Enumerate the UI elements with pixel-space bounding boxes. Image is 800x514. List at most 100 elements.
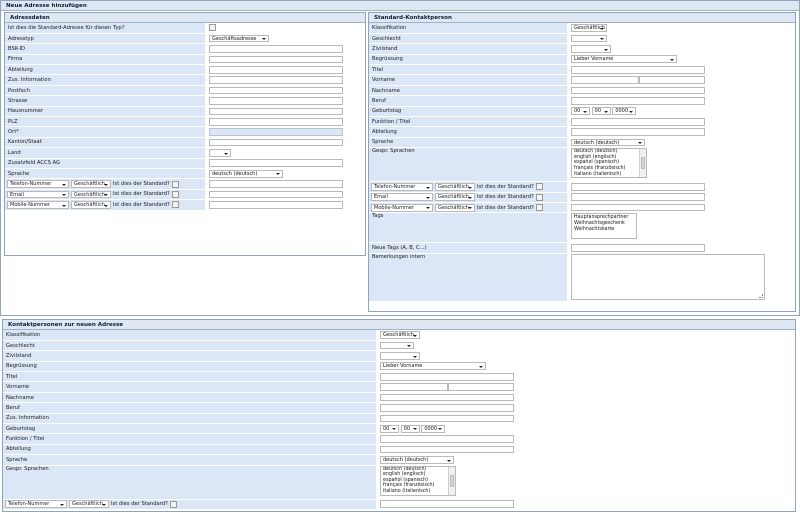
- vorname-input[interactable]: [380, 383, 448, 391]
- comm-type-select[interactable]: Telefon-Nummer: [7, 180, 69, 188]
- chevron-down-icon: [600, 38, 604, 41]
- abteilung-input[interactable]: [380, 445, 514, 454]
- sprache-value: deutsch (deutsch): [574, 139, 620, 146]
- strasse-input[interactable]: [209, 97, 343, 105]
- birthday-month-select[interactable]: 00: [591, 107, 611, 116]
- zus-info-input[interactable]: [380, 414, 514, 423]
- comm-scope-select[interactable]: Geschäftlich: [435, 182, 475, 191]
- begruessung-value: Lieber Vorname: [574, 56, 614, 63]
- comm-value-input[interactable]: [380, 500, 514, 509]
- birthday-year-select[interactable]: 0000: [612, 107, 637, 116]
- scrollbar-thumb[interactable]: [450, 474, 454, 487]
- comm-standard-question: Ist dies der Standard?: [111, 501, 168, 508]
- comm-standard-checkbox[interactable]: [535, 183, 543, 191]
- languages-listbox[interactable]: deutsch (deutsch) english (englisch) esp…: [380, 465, 456, 496]
- comm-type-select[interactable]: Email: [7, 190, 69, 199]
- scrollbar[interactable]: [448, 466, 455, 495]
- begruessung-select[interactable]: Lieber Vorname: [380, 362, 486, 371]
- comm-scope-select[interactable]: Geschäftlich: [71, 200, 111, 209]
- comm-type-select[interactable]: Telefon-Nummer: [371, 182, 433, 191]
- funktion-input[interactable]: [380, 435, 514, 443]
- comm-scope-select[interactable]: Geschäftlich: [71, 180, 111, 188]
- chevron-down-icon: [62, 204, 66, 207]
- languages-listbox[interactable]: deutsch (deutsch) english (englisch) esp…: [571, 148, 647, 179]
- comm-standard-checkbox[interactable]: [171, 190, 179, 198]
- comm-scope-value: Geschäftlich: [438, 183, 469, 190]
- birthday-day-select[interactable]: 00: [380, 424, 399, 433]
- beruf-input[interactable]: [380, 404, 514, 412]
- comm-standard-checkbox[interactable]: [171, 180, 179, 188]
- birthday-year-select[interactable]: 0000: [421, 424, 446, 433]
- comm-scope-select[interactable]: Geschäftlich: [435, 203, 475, 212]
- comm-value-input[interactable]: [571, 183, 705, 191]
- begruessung-select[interactable]: Lieber Vorname: [571, 55, 677, 64]
- nachname-input[interactable]: [380, 393, 514, 402]
- comm-scope-select[interactable]: Geschäftlich: [69, 500, 109, 509]
- funktion-input[interactable]: [571, 117, 705, 126]
- vorname-input-2[interactable]: [639, 76, 705, 84]
- zus-information-input[interactable]: [209, 76, 343, 84]
- comm-value-input[interactable]: [571, 203, 705, 212]
- comm-value-input[interactable]: [571, 193, 705, 202]
- beruf-input[interactable]: [571, 97, 705, 105]
- label-zivilstand: Zivilstand: [3, 350, 376, 362]
- geschlecht-select[interactable]: [571, 34, 607, 43]
- abteilung-input[interactable]: [209, 65, 343, 74]
- comm-type-select[interactable]: Email: [371, 193, 433, 202]
- titel-input[interactable]: [571, 65, 705, 74]
- label-sprache: Sprache: [369, 137, 567, 149]
- plz-input[interactable]: [209, 117, 343, 126]
- list-item[interactable]: italiano (italienisch): [574, 172, 646, 178]
- nachname-input[interactable]: [571, 86, 705, 95]
- sprache-select[interactable]: deutsch (deutsch): [571, 138, 645, 147]
- bemerkungen-textarea[interactable]: [571, 253, 765, 300]
- label-postfach: Postfach: [5, 85, 205, 97]
- scrollbar-thumb[interactable]: [641, 157, 645, 170]
- bsk-id-input[interactable]: [209, 45, 343, 53]
- comm-standard-checkbox[interactable]: [535, 193, 543, 201]
- comm-type-select[interactable]: Telefon-Nummer: [5, 500, 67, 509]
- sprache-select[interactable]: deutsch (deutsch): [209, 169, 283, 178]
- comm-standard-checkbox[interactable]: [535, 204, 543, 212]
- vorname-input-2[interactable]: [448, 383, 514, 391]
- klassifikation-select[interactable]: Geschäftlich: [380, 331, 420, 339]
- klassifikation-select[interactable]: Geschäftlich: [571, 24, 607, 32]
- land-select[interactable]: [209, 148, 231, 157]
- tags-listbox[interactable]: Hauptansprechpartner Weihnachtsgeschenk …: [571, 213, 637, 240]
- adresstyp-select[interactable]: Geschäftsadresse: [209, 34, 269, 43]
- kanton-input[interactable]: [209, 138, 343, 147]
- standard-address-checkbox[interactable]: [209, 24, 216, 32]
- scrollbar[interactable]: [639, 149, 646, 178]
- comm-standard-checkbox[interactable]: [169, 500, 177, 508]
- vorname-input[interactable]: [571, 76, 639, 84]
- comm-value-input[interactable]: [209, 190, 343, 199]
- postfach-input[interactable]: [209, 86, 343, 95]
- birthday-month-select[interactable]: 00: [400, 424, 420, 433]
- list-item[interactable]: Weihnachtskarte: [574, 227, 636, 233]
- comm-standard-question: Ist dies der Standard?: [113, 181, 170, 188]
- neue-tags-input[interactable]: [571, 244, 705, 252]
- comm-value-input[interactable]: [209, 180, 343, 188]
- abteilung-input[interactable]: [571, 128, 705, 136]
- comm-scope-select[interactable]: Geschäftlich: [71, 190, 111, 199]
- sprache-select[interactable]: deutsch (deutsch): [380, 455, 454, 464]
- comm-scope-select[interactable]: Geschäftlich: [435, 193, 475, 202]
- chevron-down-icon: [447, 459, 451, 462]
- zivilstand-select[interactable]: [571, 45, 611, 53]
- ort-input[interactable]: [209, 128, 343, 136]
- geschlecht-select[interactable]: [380, 341, 414, 350]
- zusatzfeld-input[interactable]: [209, 159, 343, 168]
- birthday-day-select[interactable]: 00: [571, 107, 590, 116]
- comm-value-input[interactable]: [209, 201, 343, 209]
- chevron-down-icon: [412, 428, 417, 431]
- chevron-down-icon: [104, 183, 108, 186]
- resize-grip-icon[interactable]: [759, 293, 763, 298]
- firma-input[interactable]: [209, 55, 343, 64]
- zivilstand-select[interactable]: [380, 352, 420, 360]
- list-item[interactable]: italiano (italienisch): [383, 489, 455, 495]
- titel-input[interactable]: [380, 372, 514, 381]
- comm-type-select[interactable]: Mobile-Nummer: [371, 203, 433, 212]
- comm-type-select[interactable]: Mobile-Nummer: [7, 200, 69, 209]
- hausnummer-input[interactable]: [209, 107, 343, 116]
- comm-standard-checkbox[interactable]: [171, 201, 179, 209]
